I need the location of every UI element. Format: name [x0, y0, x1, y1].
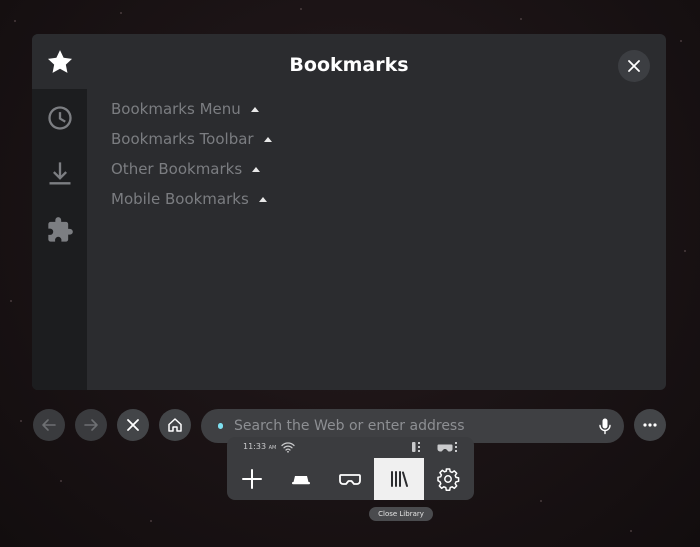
close-panel-button[interactable] [618, 50, 650, 82]
vr-headset-button[interactable] [325, 458, 375, 500]
clock-ampm: AM [268, 445, 277, 451]
tray-status-bar: 11:33 AM [227, 437, 474, 457]
microphone-icon[interactable] [596, 417, 614, 435]
puzzle-icon [47, 216, 73, 242]
home-button[interactable] [159, 409, 191, 441]
new-window-button[interactable] [227, 458, 277, 500]
folder-label: Mobile Bookmarks [111, 190, 249, 208]
bookmark-folder[interactable]: Other Bookmarks [111, 154, 272, 184]
more-dots-icon [643, 423, 657, 427]
expand-triangle-icon [250, 106, 259, 112]
arrow-left-icon [42, 419, 56, 431]
download-icon [49, 161, 70, 184]
wifi-icon [281, 442, 295, 453]
library-icon [391, 471, 408, 487]
settings-button[interactable] [423, 458, 473, 500]
headset-battery-icon [437, 442, 457, 452]
library-button[interactable] [374, 458, 424, 500]
address-indicator-dot [218, 423, 223, 429]
controller-battery-icon [412, 442, 420, 452]
clock-icon [47, 105, 72, 130]
home-icon [168, 418, 182, 432]
panel-title: Bookmarks [289, 54, 409, 76]
bookmark-folder[interactable]: Bookmarks Toolbar [111, 124, 272, 154]
sidebar-item-addons[interactable] [32, 202, 87, 257]
clock-readout: 11:33 AM [243, 442, 276, 451]
expand-triangle-icon [263, 136, 272, 142]
library-sidebar [32, 34, 87, 390]
arrow-right-icon [84, 419, 98, 431]
expand-triangle-icon [252, 166, 261, 172]
bookmark-folder-list: Bookmarks Menu Bookmarks Toolbar Other B… [111, 94, 272, 214]
private-mode-icon [292, 476, 310, 485]
expand-triangle-icon [258, 196, 267, 202]
library-panel: Bookmarks Bookmarks Menu Bookmarks Toolb… [32, 34, 666, 390]
folder-label: Bookmarks Menu [111, 100, 241, 118]
close-icon [127, 419, 139, 431]
back-button[interactable] [33, 409, 65, 441]
vr-headset-icon [339, 474, 361, 485]
close-icon [628, 60, 640, 72]
sidebar-item-history[interactable] [32, 90, 87, 145]
plus-icon [242, 469, 262, 489]
system-tray: 11:33 AM [227, 437, 474, 500]
bookmark-folder[interactable]: Mobile Bookmarks [111, 184, 272, 214]
sidebar-item-downloads[interactable] [32, 146, 87, 201]
folder-label: Bookmarks Toolbar [111, 130, 254, 148]
bookmark-folder[interactable]: Bookmarks Menu [111, 94, 272, 124]
settings-icon [437, 468, 460, 491]
stop-button[interactable] [117, 409, 149, 441]
tooltip: Close Library [369, 507, 433, 521]
private-mode-button[interactable] [276, 458, 326, 500]
folder-label: Other Bookmarks [111, 160, 243, 178]
more-options-button[interactable] [634, 409, 666, 441]
clock-time: 11:33 [243, 442, 267, 451]
forward-button[interactable] [75, 409, 107, 441]
